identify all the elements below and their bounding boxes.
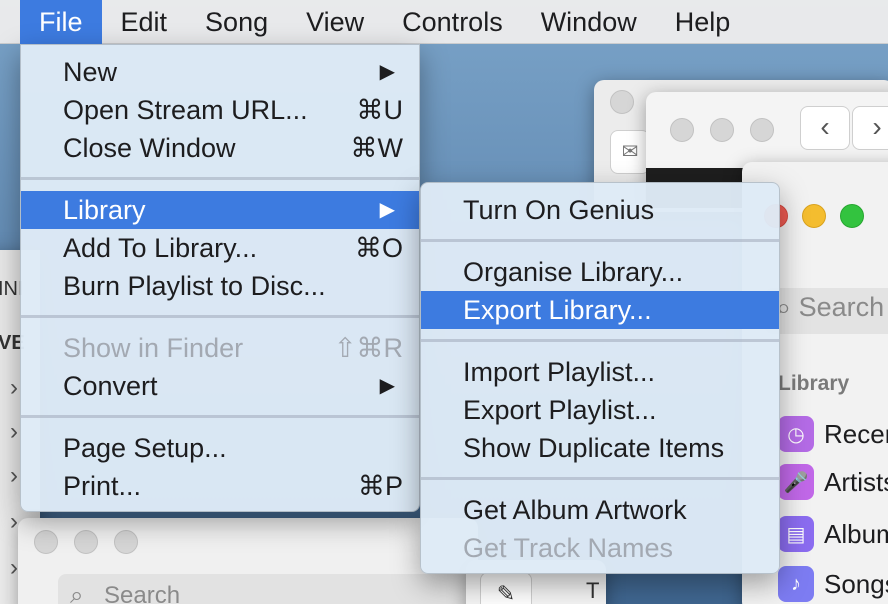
menu-item-label: New <box>63 57 118 87</box>
album-stack-icon: ▤ <box>778 516 814 552</box>
menu-item-get-album-artwork[interactable]: Get Album Artwork <box>421 491 779 529</box>
menu-item-import-playlist[interactable]: Import Playlist... <box>421 353 779 391</box>
sidebar-item-label: Songs <box>824 568 888 599</box>
disclosure-chevron-icon[interactable]: › <box>10 462 18 490</box>
menu-item-export-library[interactable]: Export Library... <box>421 291 779 329</box>
window-zoom-button[interactable] <box>840 204 864 228</box>
menubar-help[interactable]: Help <box>656 0 750 44</box>
menu-separator <box>421 239 779 242</box>
menu-item-label: Close Window <box>63 133 236 163</box>
music-search-input[interactable]: ⌕ Search <box>776 292 884 324</box>
menu-separator <box>21 177 419 180</box>
menu-item-label: Print... <box>63 471 142 501</box>
menu-item-shortcut: ⌘P <box>357 471 403 501</box>
music-search-placeholder: Search <box>798 292 885 322</box>
sidebar-item-songs[interactable]: ♪ Songs <box>778 564 888 604</box>
menu-bar: File Edit Song View Controls Window Help <box>0 0 888 44</box>
menu-item-add-to-library[interactable]: Add To Library... ⌘O <box>21 229 419 267</box>
window-minimize-button[interactable] <box>802 204 826 228</box>
menubar-file[interactable]: File <box>20 0 102 44</box>
menu-item-turn-on-genius[interactable]: Turn On Genius <box>421 191 779 229</box>
sidebar-item-label: Recently Added <box>824 418 888 449</box>
background-window-bottom: ⌕ Search <box>18 518 478 604</box>
menubar-edit[interactable]: Edit <box>102 0 187 44</box>
sidebar-section-library: Library <box>778 372 850 395</box>
menu-item-label: Open Stream URL... <box>63 95 308 125</box>
menu-item-shortcut: ⌘O <box>354 233 403 263</box>
partial-text: T <box>586 578 600 603</box>
menu-separator <box>421 339 779 342</box>
sidebar-item-recently-added[interactable]: ◷ Recently Added <box>778 414 888 454</box>
window-zoom-button-inactive[interactable] <box>750 118 774 142</box>
window-close-button-inactive[interactable] <box>670 118 694 142</box>
menubar-window[interactable]: Window <box>522 0 656 44</box>
window-minimize-button-inactive[interactable] <box>74 530 98 554</box>
menu-item-label: Page Setup... <box>63 433 227 463</box>
compose-icon[interactable]: ✎ <box>480 572 532 604</box>
microphone-icon: 🎤 <box>778 464 814 500</box>
disclosure-chevron-icon[interactable]: › <box>10 418 18 446</box>
window-close-button-inactive[interactable] <box>34 530 58 554</box>
disclosure-chevron-icon[interactable]: › <box>10 374 18 402</box>
menu-item-label: Burn Playlist to Disc... <box>63 271 326 301</box>
disclosure-chevron-icon[interactable]: › <box>10 554 18 582</box>
menu-item-label: Import Playlist... <box>463 357 656 387</box>
menu-item-label: Add To Library... <box>63 233 258 263</box>
submenu-arrow-icon: ▶ <box>379 375 395 397</box>
menu-item-label: Turn On Genius <box>463 195 655 225</box>
mail-icon[interactable]: ✉ <box>610 130 650 174</box>
menu-item-shortcut: ⇧⌘R <box>333 333 403 363</box>
menu-item-export-playlist[interactable]: Export Playlist... <box>421 391 779 429</box>
nav-forward-button[interactable]: › <box>852 106 888 150</box>
library-submenu: Turn On Genius Organise Library... Expor… <box>420 182 780 574</box>
menu-item-label: Show in Finder <box>63 333 244 363</box>
menu-item-show-duplicate-items[interactable]: Show Duplicate Items <box>421 429 779 467</box>
sidebar-item-label: Artists <box>824 466 888 497</box>
menu-item-shortcut: ⌘U <box>356 95 404 125</box>
menu-item-get-track-names: Get Track Names <box>421 529 779 567</box>
menu-separator <box>21 415 419 418</box>
window-zoom-button-inactive[interactable] <box>114 530 138 554</box>
menu-item-burn-playlist[interactable]: Burn Playlist to Disc... <box>21 267 419 305</box>
window-close-button-inactive[interactable] <box>610 90 634 114</box>
menu-item-label: Export Playlist... <box>463 395 657 425</box>
menu-item-label: Library <box>63 195 146 225</box>
menu-item-library[interactable]: Library ▶ <box>21 191 419 229</box>
music-note-icon: ♪ <box>778 566 814 602</box>
submenu-arrow-icon: ▶ <box>379 199 395 221</box>
disclosure-chevron-icon[interactable]: › <box>10 508 18 536</box>
menu-item-label: Export Library... <box>463 295 652 325</box>
search-icon: ⌕ <box>70 582 84 604</box>
menu-item-close-window[interactable]: Close Window ⌘W <box>21 129 419 167</box>
bottom-search-placeholder: Search <box>104 582 181 604</box>
menubar-view[interactable]: View <box>287 0 383 44</box>
menu-item-label: Show Duplicate Items <box>463 433 725 463</box>
submenu-arrow-icon: ▶ <box>379 61 395 83</box>
menubar-song[interactable]: Song <box>186 0 287 44</box>
nav-back-button[interactable]: ‹ <box>800 106 850 150</box>
menu-separator <box>21 315 419 318</box>
sidebar-item-artists[interactable]: 🎤 Artists <box>778 462 888 502</box>
menu-separator <box>421 477 779 480</box>
sidebar-item-albums[interactable]: ▤ Albums <box>778 514 888 554</box>
menu-item-open-stream-url[interactable]: Open Stream URL... ⌘U <box>21 91 419 129</box>
bottom-search-input[interactable]: ⌕ Search <box>58 574 478 604</box>
menu-item-new[interactable]: New ▶ <box>21 53 419 91</box>
sidebar-item-label: Albums <box>824 518 888 549</box>
menu-item-convert[interactable]: Convert ▶ <box>21 367 419 405</box>
menu-item-page-setup[interactable]: Page Setup... <box>21 429 419 467</box>
menu-item-label: Get Track Names <box>463 533 674 563</box>
clock-icon: ◷ <box>778 416 814 452</box>
menu-item-print[interactable]: Print... ⌘P <box>21 467 419 505</box>
menu-item-label: Get Album Artwork <box>463 495 687 525</box>
menubar-controls[interactable]: Controls <box>383 0 522 44</box>
menu-item-show-in-finder: Show in Finder ⇧⌘R <box>21 329 419 367</box>
menu-item-shortcut: ⌘W <box>350 133 403 163</box>
menu-item-organise-library[interactable]: Organise Library... <box>421 253 779 291</box>
menu-item-label: Organise Library... <box>463 257 684 287</box>
window-minimize-button-inactive[interactable] <box>710 118 734 142</box>
file-menu: New ▶ Open Stream URL... ⌘U Close Window… <box>20 44 420 512</box>
menu-item-label: Convert <box>63 371 158 401</box>
